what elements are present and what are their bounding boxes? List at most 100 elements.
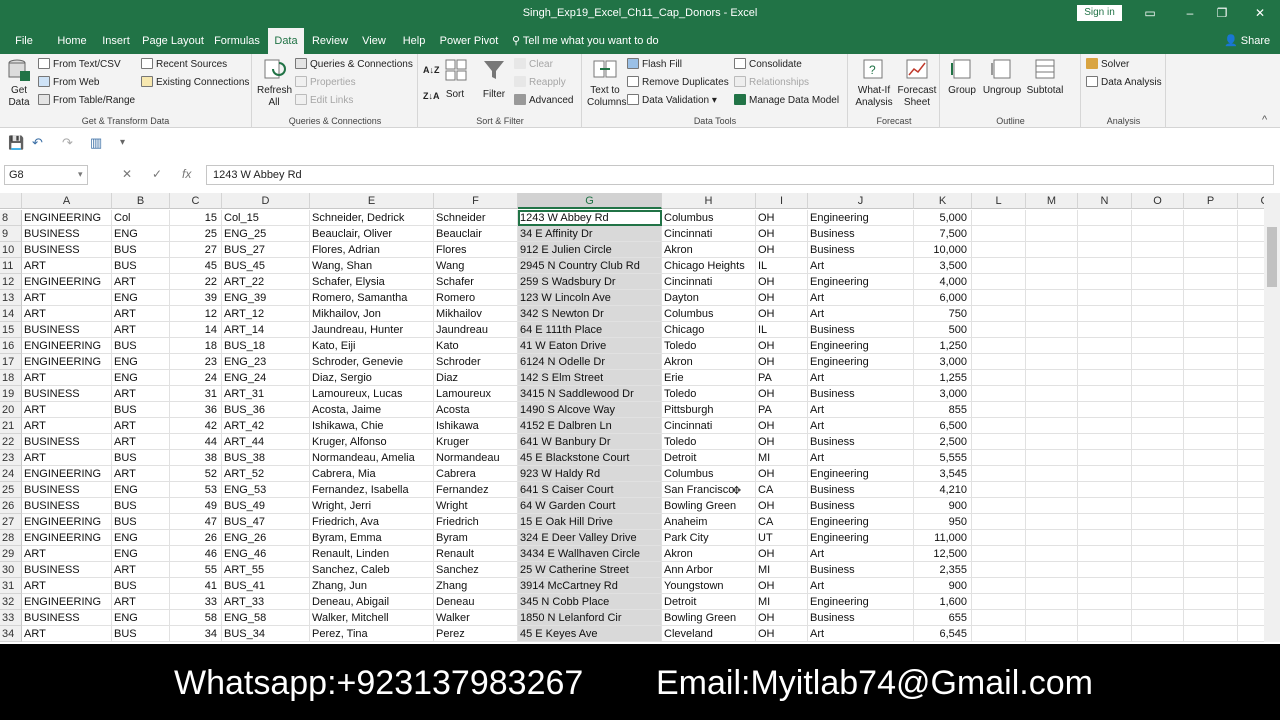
cell[interactable]: [1132, 482, 1184, 498]
sort-qat-icon[interactable]: ▥: [90, 135, 102, 151]
cell[interactable]: [1184, 530, 1238, 546]
cell[interactable]: ENGINEERING: [22, 274, 112, 290]
cell[interactable]: [972, 610, 1026, 626]
column-header[interactable]: E: [310, 193, 434, 209]
cell[interactable]: ART_33: [222, 594, 310, 610]
worksheet-grid[interactable]: ABCDEFGHIJKLMNOPC8ENGINEERINGCol15Col_15…: [0, 193, 1264, 642]
cell[interactable]: Engineering: [808, 594, 914, 610]
cell[interactable]: 6,000: [914, 290, 972, 306]
cell[interactable]: 39: [170, 290, 222, 306]
cell[interactable]: 41: [170, 578, 222, 594]
cell[interactable]: OH: [756, 386, 808, 402]
cell[interactable]: ART_22: [222, 274, 310, 290]
tab-power-pivot[interactable]: Power Pivot: [438, 28, 500, 54]
cell[interactable]: 52: [170, 466, 222, 482]
cell[interactable]: 3914 McCartney Rd: [518, 578, 662, 594]
cell[interactable]: [1078, 290, 1132, 306]
cell[interactable]: [1078, 322, 1132, 338]
cell[interactable]: Ishikawa: [434, 418, 518, 434]
cell[interactable]: [1184, 434, 1238, 450]
cell[interactable]: [1132, 562, 1184, 578]
cell[interactable]: 10,000: [914, 242, 972, 258]
cell[interactable]: 342 S Newton Dr: [518, 306, 662, 322]
cell[interactable]: Bowling Green: [662, 498, 756, 514]
cell[interactable]: 15: [170, 210, 222, 226]
name-box-dropdown-icon[interactable]: ▾: [78, 169, 83, 180]
row-header[interactable]: 18: [0, 370, 22, 386]
cell[interactable]: OH: [756, 434, 808, 450]
cell[interactable]: MI: [756, 594, 808, 610]
cell[interactable]: 27: [170, 242, 222, 258]
cell[interactable]: [1184, 546, 1238, 562]
cell[interactable]: Beauclair: [434, 226, 518, 242]
row-header[interactable]: 23: [0, 450, 22, 466]
cell[interactable]: [972, 402, 1026, 418]
cell[interactable]: [1078, 306, 1132, 322]
cell[interactable]: [1026, 578, 1078, 594]
column-header[interactable]: K: [914, 193, 972, 209]
insert-function-icon[interactable]: fx: [182, 167, 191, 181]
cell[interactable]: 855: [914, 402, 972, 418]
cell[interactable]: [1078, 418, 1132, 434]
cell[interactable]: Perez: [434, 626, 518, 642]
cell[interactable]: [1238, 290, 1264, 306]
cell[interactable]: [1184, 226, 1238, 242]
cell[interactable]: Detroit: [662, 450, 756, 466]
cell[interactable]: [1026, 306, 1078, 322]
cell[interactable]: Friedrich: [434, 514, 518, 530]
cell[interactable]: [972, 450, 1026, 466]
cell[interactable]: Detroit: [662, 594, 756, 610]
cell[interactable]: [1132, 226, 1184, 242]
cell[interactable]: [972, 226, 1026, 242]
cell[interactable]: [1238, 434, 1264, 450]
cell[interactable]: BUS_49: [222, 498, 310, 514]
cell[interactable]: Akron: [662, 354, 756, 370]
cell[interactable]: [1238, 274, 1264, 290]
cell[interactable]: [1078, 434, 1132, 450]
sort-a-z-icon[interactable]: A↓Z: [423, 62, 440, 78]
cell[interactable]: Fernandez, Isabella: [310, 482, 434, 498]
cell[interactable]: ART: [22, 450, 112, 466]
cell[interactable]: [972, 258, 1026, 274]
cell[interactable]: [1184, 578, 1238, 594]
cell[interactable]: [1132, 338, 1184, 354]
cell[interactable]: OH: [756, 466, 808, 482]
from-text-csv-button[interactable]: From Text/CSV: [38, 57, 121, 73]
cell[interactable]: OH: [756, 274, 808, 290]
cell[interactable]: Ishikawa, Chie: [310, 418, 434, 434]
clear-button[interactable]: Clear: [514, 57, 553, 73]
cell[interactable]: Business: [808, 562, 914, 578]
cell[interactable]: [1132, 322, 1184, 338]
cell[interactable]: Engineering: [808, 514, 914, 530]
data-validation-button[interactable]: Data Validation ▾: [627, 93, 717, 109]
cell[interactable]: Chicago: [662, 322, 756, 338]
cell[interactable]: ART: [22, 578, 112, 594]
cell[interactable]: Business: [808, 226, 914, 242]
cell[interactable]: [1026, 338, 1078, 354]
column-header[interactable]: C: [1238, 193, 1264, 209]
cell[interactable]: [1132, 242, 1184, 258]
cell[interactable]: 750: [914, 306, 972, 322]
cell[interactable]: [1238, 322, 1264, 338]
minimize-button[interactable]: –: [1180, 4, 1200, 22]
column-header[interactable]: N: [1078, 193, 1132, 209]
cell[interactable]: Jaundreau: [434, 322, 518, 338]
cell[interactable]: Cabrera: [434, 466, 518, 482]
cell[interactable]: 4,000: [914, 274, 972, 290]
cell[interactable]: Park City: [662, 530, 756, 546]
cell[interactable]: 44: [170, 434, 222, 450]
row-header[interactable]: 29: [0, 546, 22, 562]
cell[interactable]: 36: [170, 402, 222, 418]
cell[interactable]: [1184, 258, 1238, 274]
cell[interactable]: [1078, 370, 1132, 386]
column-header[interactable]: J: [808, 193, 914, 209]
cell[interactable]: 53: [170, 482, 222, 498]
solver-button[interactable]: Solver: [1086, 57, 1129, 73]
cell[interactable]: ART: [112, 562, 170, 578]
row-header[interactable]: 15: [0, 322, 22, 338]
cell[interactable]: Deneau: [434, 594, 518, 610]
cell[interactable]: Schroder, Genevie: [310, 354, 434, 370]
cell[interactable]: ART: [112, 386, 170, 402]
cell[interactable]: [1238, 626, 1264, 642]
cell[interactable]: [1132, 210, 1184, 226]
